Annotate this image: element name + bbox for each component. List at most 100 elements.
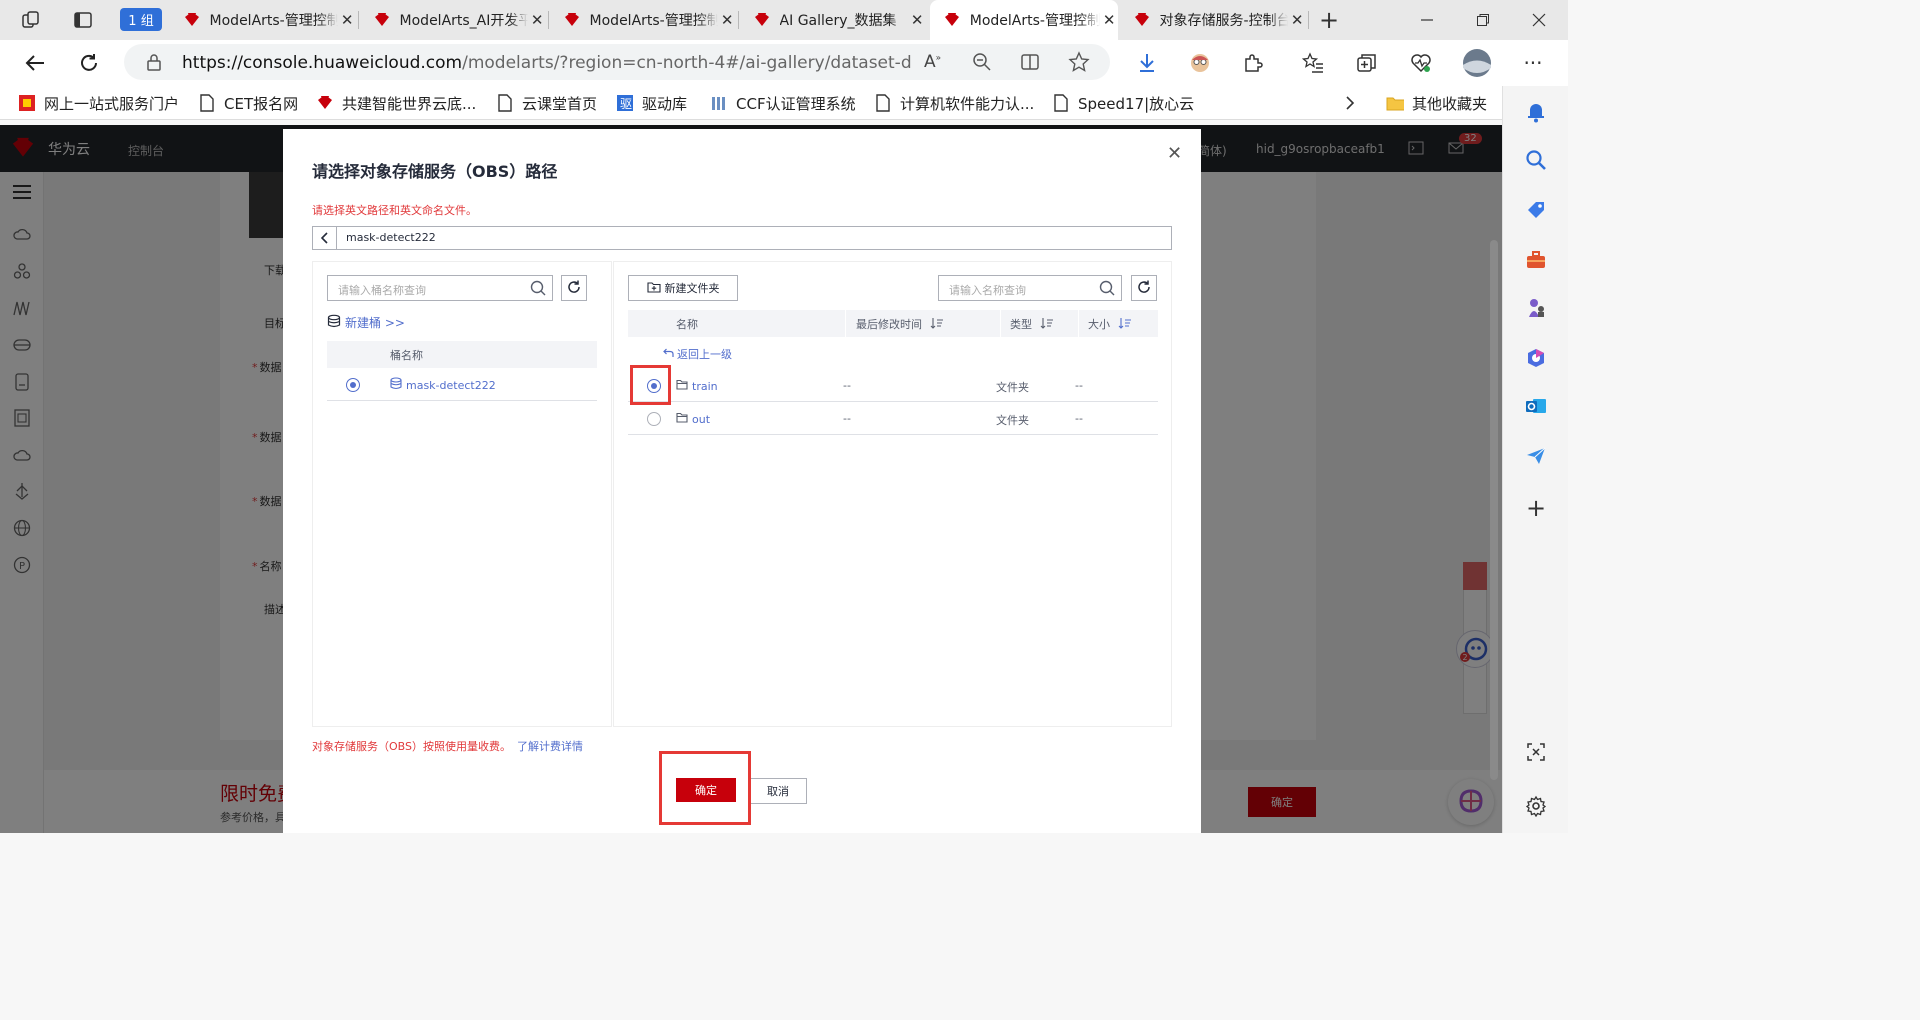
file-search-input[interactable]: 请输入名称查询 (938, 275, 1122, 301)
tab-1[interactable]: ModelArts-管理控制台 ✕ (170, 0, 356, 40)
tab-2[interactable]: ModelArts_AI开发平台 ✕ (360, 0, 546, 40)
bookmark-item[interactable]: 驱驱动库 (616, 92, 687, 114)
huawei-logo-icon (942, 10, 962, 30)
close-window-icon[interactable] (1524, 6, 1554, 34)
search-icon[interactable] (530, 280, 546, 296)
gov-site-icon (18, 94, 36, 112)
bucket-row[interactable]: mask-detect222 (327, 368, 597, 401)
new-tab-icon[interactable]: + (1318, 6, 1340, 34)
games-chess-icon[interactable] (1522, 294, 1550, 322)
settings-gear-icon[interactable] (1522, 792, 1550, 820)
search-icon[interactable] (1099, 280, 1115, 296)
back-icon[interactable] (22, 50, 48, 76)
send-telegram-icon[interactable] (1522, 442, 1550, 470)
sort-icon[interactable] (1118, 317, 1132, 332)
bucket-name-link[interactable]: mask-detect222 (406, 379, 496, 392)
bookmark-item[interactable]: 网上一站式服务门户 (18, 92, 179, 114)
col-modified[interactable]: 最后修改时间 (856, 316, 944, 332)
extension-face-icon[interactable] (1187, 50, 1213, 76)
close-icon[interactable]: ✕ (528, 11, 546, 29)
table-row[interactable]: train -- 文件夹 -- (628, 369, 1158, 402)
folder-icon (676, 379, 688, 393)
bucket-search-input[interactable]: 请输入桶名称查询 (327, 275, 553, 301)
screenshot-capture-icon[interactable] (1522, 738, 1550, 766)
close-icon[interactable]: ✕ (1167, 143, 1182, 164)
bookmark-item[interactable]: CET报名网 (198, 92, 298, 114)
path-back-chevron-icon[interactable] (313, 227, 337, 249)
file-modified: -- (843, 412, 851, 425)
bookmark-item[interactable]: 计算机软件能力认... (874, 92, 1034, 114)
outlook-icon[interactable] (1522, 392, 1550, 420)
tab-label: AI Gallery_数据集 (779, 13, 897, 29)
sort-icon[interactable] (930, 317, 944, 332)
read-aloud-icon[interactable]: A» (924, 52, 941, 72)
new-bucket-link[interactable]: 新建桶 >> (327, 314, 405, 331)
lock-icon[interactable] (146, 53, 162, 74)
bookmark-item[interactable]: Speed17|放心云 (1052, 92, 1194, 114)
microsoft365-icon[interactable] (1522, 344, 1550, 372)
performance-heart-icon[interactable] (1408, 50, 1434, 76)
billing-details-link[interactable]: 了解计费详情 (517, 740, 583, 753)
page-scrollbar[interactable] (1490, 240, 1498, 780)
close-icon[interactable]: ✕ (718, 11, 736, 29)
favorite-star-icon[interactable] (1068, 51, 1090, 76)
bookmarks-bar: 网上一站式服务门户 CET报名网 共建智能世界云底... 云课堂首页 驱驱动库 … (0, 86, 1568, 120)
workspaces-icon[interactable] (20, 9, 42, 31)
file-name-link[interactable]: train (692, 380, 718, 393)
extensions-icon[interactable] (1240, 50, 1266, 76)
add-sidebar-app-icon[interactable]: + (1522, 494, 1550, 522)
table-row[interactable]: out -- 文件夹 -- (628, 402, 1158, 435)
cancel-button[interactable]: 取消 (749, 778, 807, 804)
profile-avatar[interactable] (1462, 48, 1492, 78)
zoom-icon[interactable] (972, 52, 992, 75)
file-radio-out[interactable] (647, 412, 661, 426)
bell-icon[interactable] (1522, 98, 1550, 126)
current-path: mask-detect222 (312, 226, 1172, 250)
collections-icon[interactable] (1354, 50, 1380, 76)
tab-6[interactable]: 对象存储服务-控制台 ✕ (1120, 0, 1306, 40)
bucket-table-header: 桶名称 (327, 341, 597, 368)
highlight-confirm-button (659, 751, 751, 825)
more-bookmarks-chevron-icon[interactable] (1344, 92, 1356, 114)
url-text[interactable]: https://console.huaweicloud.com/modelart… (182, 53, 912, 73)
tab-5-active[interactable]: ModelArts-管理控制台 ✕ (930, 0, 1118, 40)
more-menu-icon[interactable]: ··· (1520, 50, 1546, 76)
split-screen-icon[interactable] (1020, 52, 1040, 75)
bookmark-item[interactable]: 共建智能世界云底... (316, 92, 476, 114)
file-type: 文件夹 (996, 381, 1029, 394)
toolbox-icon[interactable] (1522, 246, 1550, 274)
folder-icon (676, 412, 688, 426)
refresh-icon[interactable] (76, 50, 102, 76)
browser-tab-bar: 1 组 ModelArts-管理控制台 ✕ ModelArts_AI开发平台 ✕… (0, 0, 1568, 40)
other-favorites-folder[interactable]: 其他收藏夹 (1386, 92, 1487, 114)
bookmark-item[interactable]: 云课堂首页 (496, 92, 597, 114)
go-up-link[interactable]: 返回上一级 (662, 346, 732, 362)
shopping-tag-icon[interactable] (1522, 196, 1550, 224)
col-type[interactable]: 类型 (1010, 316, 1054, 332)
restore-icon[interactable] (1468, 6, 1498, 34)
close-icon[interactable]: ✕ (908, 11, 926, 29)
col-size[interactable]: 大小 (1088, 316, 1132, 332)
bucket-radio[interactable] (346, 378, 360, 392)
tab-3[interactable]: ModelArts-管理控制台 ✕ (550, 0, 736, 40)
minimize-icon[interactable] (1412, 6, 1442, 34)
tab-4[interactable]: AI Gallery_数据集 ✕ (740, 0, 926, 40)
huawei-logo-icon (1132, 10, 1152, 30)
tab-group-badge[interactable]: 1 组 (120, 8, 162, 31)
search-icon[interactable] (1522, 146, 1550, 174)
billing-note: 对象存储服务（OBS）按照使用量收费。 了解计费详情 (312, 740, 583, 753)
refresh-buckets-button[interactable] (561, 275, 587, 301)
close-icon[interactable]: ✕ (1288, 11, 1306, 29)
tab-actions-icon[interactable] (72, 9, 94, 31)
download-icon[interactable] (1134, 50, 1160, 76)
address-bar[interactable]: https://console.huaweicloud.com/modelart… (124, 44, 1110, 80)
new-folder-button[interactable]: 新建文件夹 (628, 275, 738, 301)
file-name-link[interactable]: out (692, 413, 710, 426)
refresh-files-button[interactable] (1131, 275, 1157, 301)
favorites-list-icon[interactable] (1300, 50, 1326, 76)
bookmark-item[interactable]: CCF认证管理系统 (710, 92, 856, 114)
close-icon[interactable]: ✕ (1100, 11, 1118, 29)
close-icon[interactable]: ✕ (338, 11, 356, 29)
sort-icon[interactable] (1040, 317, 1054, 332)
page-icon (1052, 94, 1070, 112)
